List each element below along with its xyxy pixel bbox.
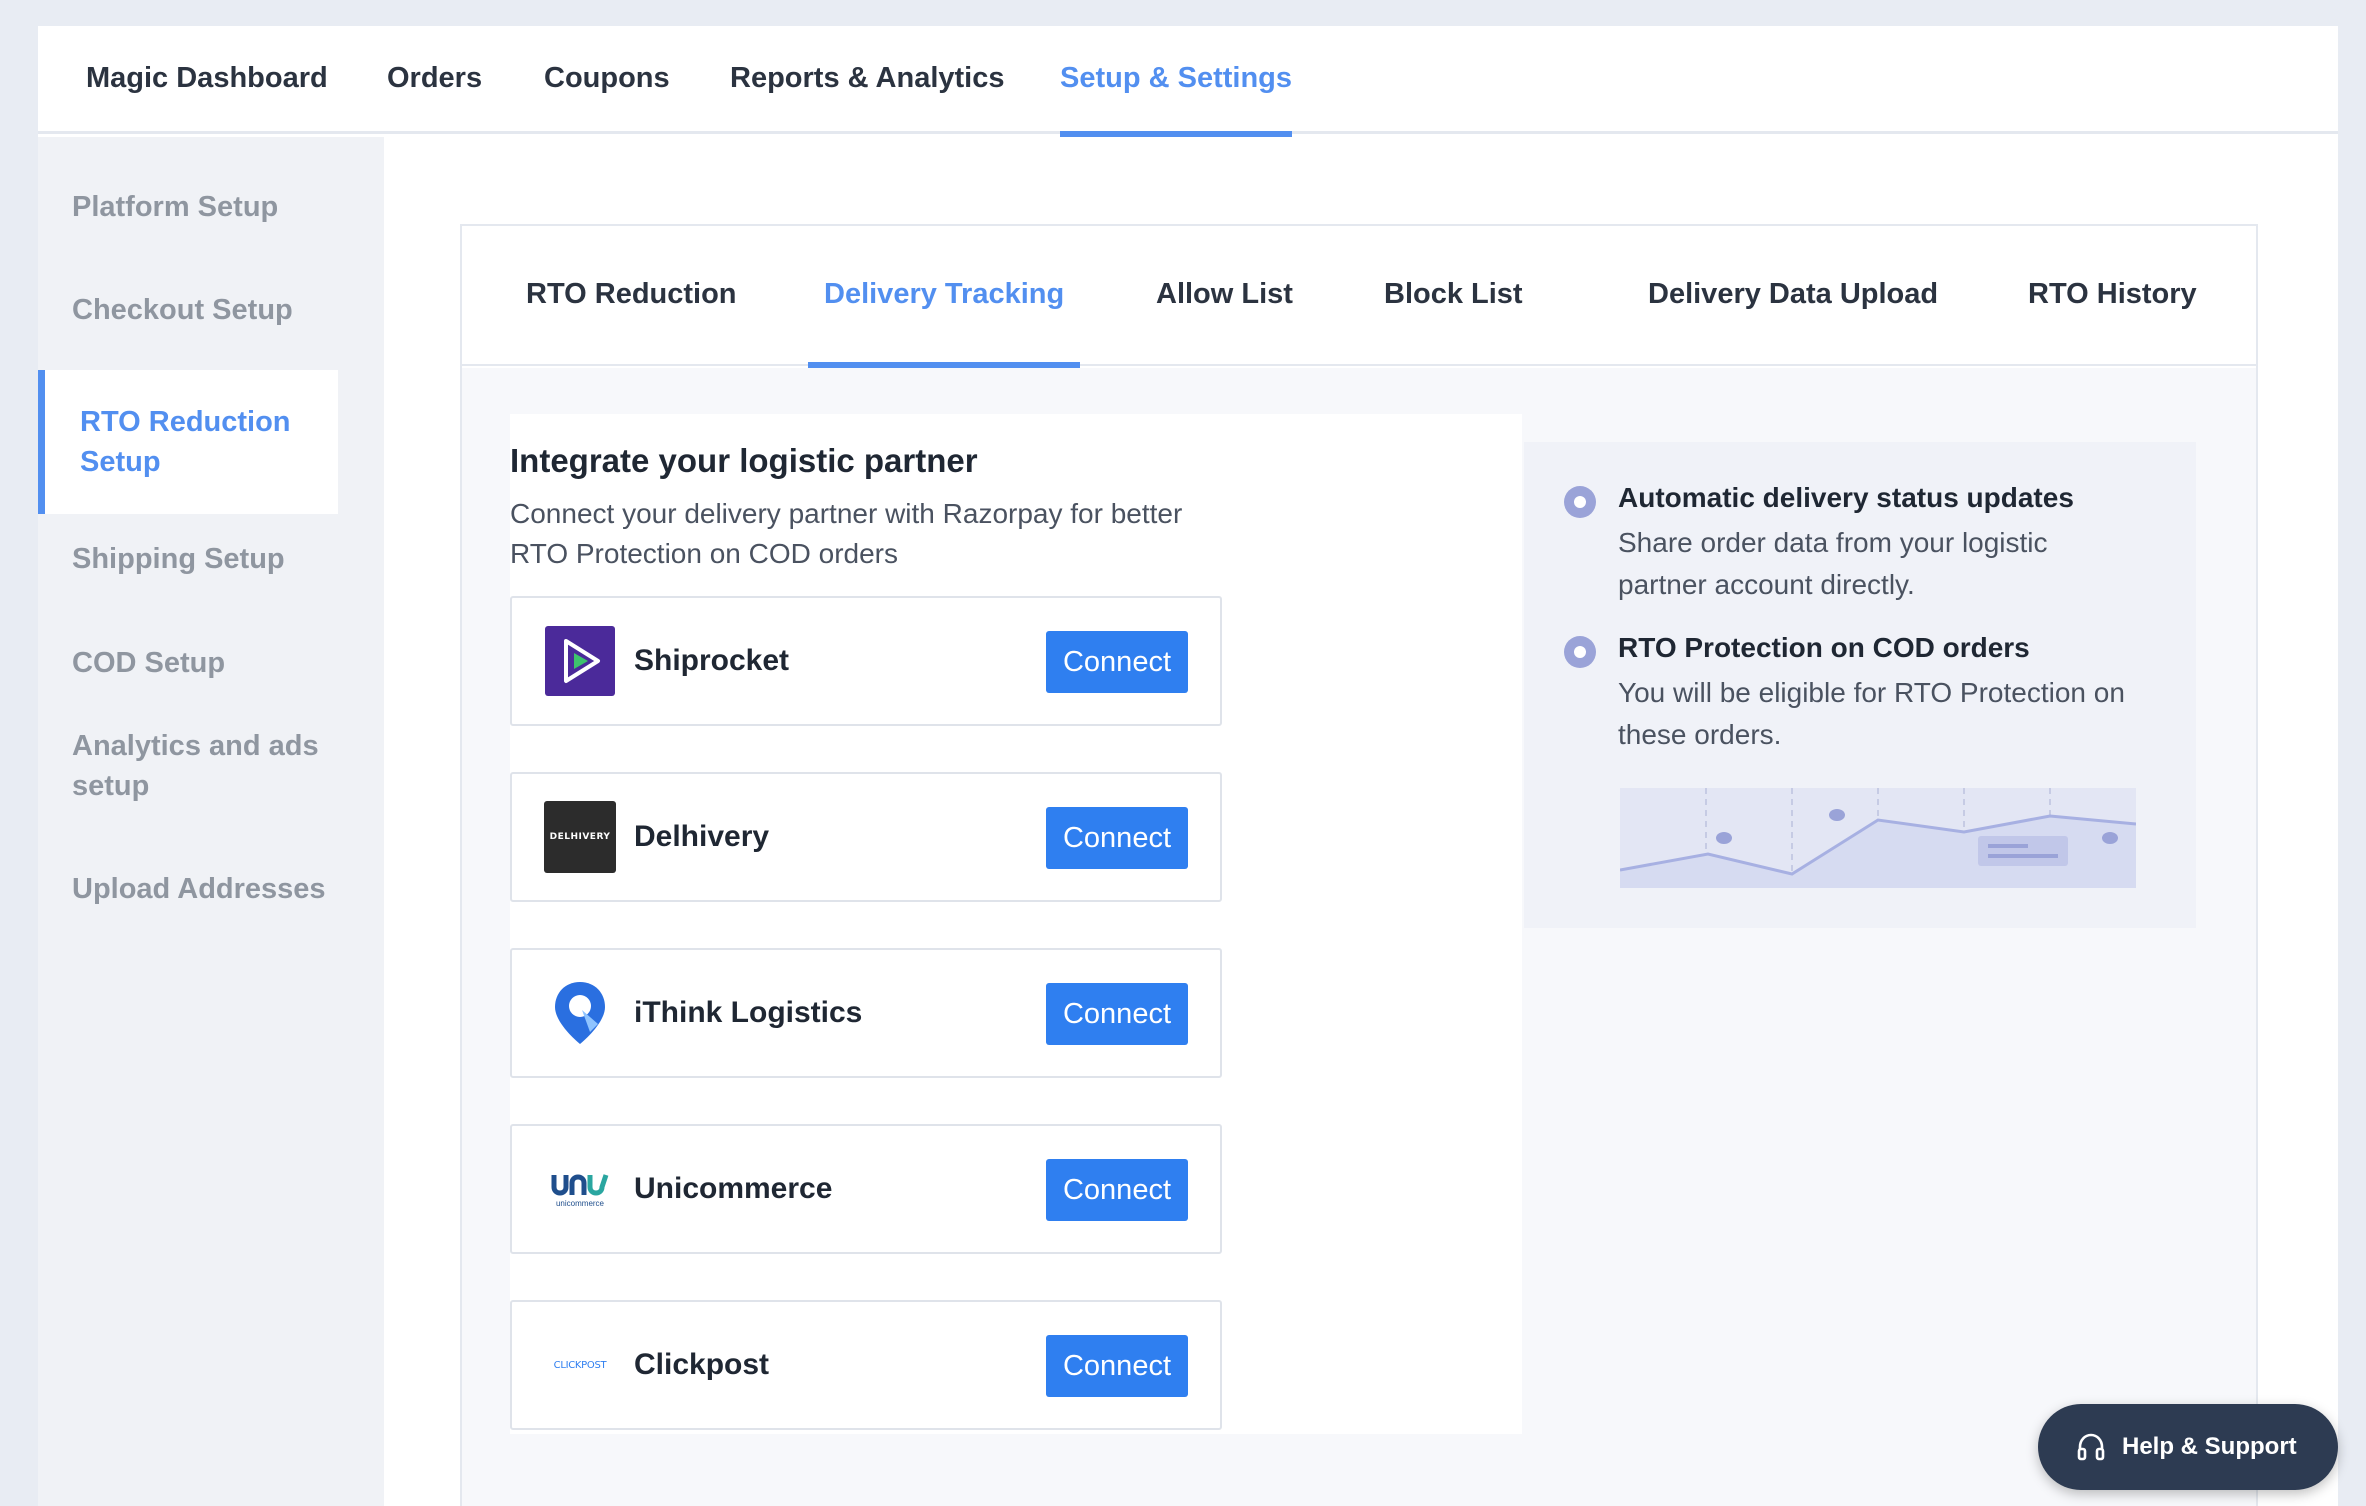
tab-rto-reduction[interactable]: RTO Reduction — [526, 226, 737, 366]
sidebar-item-checkout-setup[interactable]: Checkout Setup — [38, 290, 384, 330]
partner-name: Delhivery — [634, 820, 770, 853]
partner-card-delhivery: DELHIVERY Delhivery Connect — [510, 772, 1222, 902]
integration-title: Integrate your logistic partner — [510, 442, 978, 479]
partner-card-unicommerce: unicommerce Unicommerce Connect — [510, 1124, 1222, 1254]
tab-delivery-data-upload[interactable]: Delivery Data Upload — [1648, 226, 1938, 366]
settings-card: RTO Reduction Delivery Tracking Allow Li… — [460, 224, 2258, 1506]
tab-setup-settings[interactable]: Setup & Settings — [1060, 26, 1293, 137]
connect-button-ithink-logistics[interactable]: Connect — [1046, 983, 1188, 1045]
benefit-description: You will be eligible for RTO Protection … — [1618, 677, 2125, 750]
sidebar-item-platform-setup[interactable]: Platform Setup — [38, 187, 384, 227]
partner-card-clickpost: CLICKPOST Clickpost Connect — [510, 1300, 1222, 1430]
sidebar: Platform Setup Checkout Setup RTO Reduct… — [38, 137, 384, 1506]
partner-card-shiprocket: Shiprocket Connect — [510, 596, 1222, 726]
radio-dot-icon — [1564, 636, 1596, 668]
sidebar-item-upload-addresses[interactable]: Upload Addresses — [38, 869, 384, 909]
clickpost-logo-icon: CLICKPOST — [553, 1359, 607, 1371]
tab-block-list[interactable]: Block List — [1384, 226, 1523, 366]
benefit-item: Automatic delivery status updates Share … — [1564, 482, 2164, 602]
benefit-item: RTO Protection on COD orders You will be… — [1564, 632, 2164, 752]
benefits-panel: Automatic delivery status updates Share … — [1524, 442, 2196, 928]
connect-button-shiprocket[interactable]: Connect — [1046, 631, 1188, 693]
tab-rto-history[interactable]: RTO History — [2028, 226, 2197, 366]
tab-orders[interactable]: Orders — [387, 26, 482, 134]
benefit-description: Share order data from your logistic part… — [1618, 527, 2048, 600]
sidebar-item-shipping-setup[interactable]: Shipping Setup — [38, 539, 384, 579]
help-support-label: Help & Support — [2122, 1433, 2297, 1460]
ithink-logo-icon — [544, 977, 616, 1049]
tab-coupons[interactable]: Coupons — [544, 26, 670, 134]
headphones-icon — [2077, 1433, 2105, 1461]
partner-card-ithink-logistics: iThink Logistics Connect — [510, 948, 1222, 1078]
integration-subtitle: Connect your delivery partner with Razor… — [510, 498, 1183, 569]
benefit-title: RTO Protection on COD orders — [1618, 632, 2030, 663]
partner-name: Clickpost — [634, 1348, 770, 1381]
tab-reports-analytics[interactable]: Reports & Analytics — [730, 26, 1005, 134]
benefit-title: Automatic delivery status updates — [1618, 482, 2074, 513]
tab-delivery-tracking[interactable]: Delivery Tracking — [807, 226, 1081, 368]
delhivery-logo-icon: DELHIVERY — [544, 801, 616, 873]
top-nav: Magic Dashboard Orders Coupons Reports &… — [38, 26, 2338, 137]
shiprocket-logo-icon — [544, 625, 616, 697]
connect-button-delhivery[interactable]: Connect — [1046, 807, 1188, 869]
tab-magic-dashboard[interactable]: Magic Dashboard — [86, 26, 328, 134]
app-window: Magic Dashboard Orders Coupons Reports &… — [38, 26, 2338, 1506]
sidebar-item-cod-setup[interactable]: COD Setup — [38, 643, 384, 683]
partner-name: iThink Logistics — [634, 996, 863, 1029]
connect-button-unicommerce[interactable]: Connect — [1046, 1159, 1188, 1221]
sub-tabs: RTO Reduction Delivery Tracking Allow Li… — [462, 226, 2256, 368]
partner-name: Shiprocket — [634, 644, 790, 677]
help-support-button[interactable]: Help & Support — [2038, 1404, 2338, 1490]
partner-name: Unicommerce — [634, 1172, 833, 1205]
unicommerce-logo-icon: unicommerce — [544, 1153, 616, 1225]
radio-dot-icon — [1564, 486, 1596, 518]
sidebar-item-analytics-ads-setup[interactable]: Analytics and ads setup — [38, 726, 338, 806]
tab-allow-list[interactable]: Allow List — [1156, 226, 1293, 366]
connect-button-clickpost[interactable]: Connect — [1046, 1335, 1188, 1397]
tracking-illustration — [1620, 788, 2136, 888]
sidebar-item-rto-reduction-setup[interactable]: RTO Reduction Setup — [38, 370, 338, 514]
